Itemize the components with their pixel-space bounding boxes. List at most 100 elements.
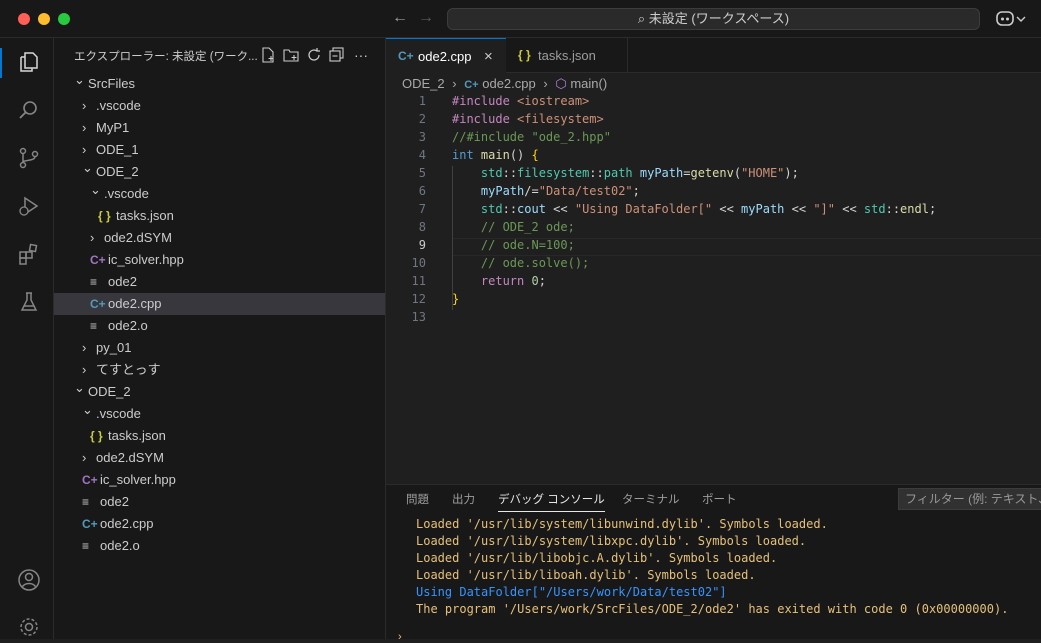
debug-console-filter-input[interactable]: フィルター (例: テキスト、!除外)	[898, 488, 1041, 510]
editor-tabs: C+ ode2.cpp × { } tasks.json	[386, 38, 1041, 73]
tree-item-label: tasks.json	[108, 428, 166, 443]
tree-item[interactable]: C+ ode2.cpp	[54, 513, 385, 535]
chevron-right-icon[interactable]: ›	[90, 227, 94, 249]
tree-item[interactable]: › てすとっす	[54, 359, 385, 381]
input-prompt-icon[interactable]: ›	[398, 631, 402, 643]
code-token: /=	[524, 184, 539, 198]
tree-item[interactable]: ⌄ ODE_2	[54, 160, 385, 183]
tree-item-label: ODE_1	[96, 142, 139, 157]
tree-item-label: SrcFiles	[88, 76, 135, 91]
code-token: {	[531, 148, 539, 162]
chevron-down-icon[interactable]: ⌄	[82, 399, 93, 421]
explorer-icon[interactable]	[17, 50, 41, 74]
tree-item[interactable]: › py_01	[54, 337, 385, 359]
tree-item[interactable]: ⌄ SrcFiles	[54, 72, 385, 95]
tree-item[interactable]: C+ ode2.cpp	[54, 293, 385, 315]
tree-item[interactable]: › ode2.dSYM	[54, 447, 385, 469]
chevron-down-icon[interactable]: ⌄	[74, 69, 85, 91]
tree-item[interactable]: ⌄ ODE_2	[54, 380, 385, 403]
forward-arrow-icon[interactable]: →	[418, 9, 434, 27]
tree-item[interactable]: › .vscode	[54, 95, 385, 117]
chevron-down-icon[interactable]: ⌄	[74, 377, 85, 399]
panel-tab[interactable]: ポート	[702, 491, 737, 507]
tree-item[interactable]: ≡ ode2	[54, 271, 385, 293]
copilot-icon[interactable]	[995, 9, 1029, 32]
tree-item-label: ode2.dSYM	[96, 450, 164, 465]
code-token: // ODE_2 ode;	[480, 220, 575, 234]
close-window-button[interactable]	[18, 13, 30, 25]
tab-ode2-cpp[interactable]: C+ ode2.cpp ×	[386, 38, 506, 73]
command-center-search[interactable]: ⌕ 未設定 (ワークスペース)	[447, 8, 980, 30]
run-debug-icon[interactable]	[17, 194, 41, 218]
code-token: std	[863, 202, 886, 216]
code-line: //#include "ode_2.hpp"	[452, 130, 611, 144]
source-control-icon[interactable]	[17, 146, 41, 170]
bottom-panel: 問題 出力 デバッグ コンソール ターミナル ポート フィルター (例: テキスト、!除…	[386, 484, 1041, 643]
panel-tab[interactable]: ターミナル	[622, 491, 680, 507]
code-token: ;	[538, 274, 546, 288]
tab-close-icon[interactable]: ×	[484, 39, 493, 74]
panel-tab[interactable]: 問題	[406, 491, 429, 507]
tree-item-label: ode2.cpp	[100, 516, 154, 531]
chevron-right-icon[interactable]: ›	[82, 337, 86, 359]
code-editor[interactable]: 1 #include <iostream> 2 #include <filesyste…	[386, 94, 1041, 484]
more-actions-icon[interactable]: ···	[354, 47, 368, 63]
tree-item[interactable]: › ODE_1	[54, 139, 385, 161]
code-line: // ode.solve();	[452, 256, 589, 270]
active-indicator	[0, 48, 2, 78]
tree-item[interactable]: ⌄ .vscode	[54, 402, 385, 425]
tree-item[interactable]: { } tasks.json	[54, 205, 385, 227]
search-icon[interactable]	[17, 98, 41, 122]
tree-item[interactable]: ≡ ode2.o	[54, 315, 385, 337]
tab-tasks-json[interactable]: { } tasks.json	[506, 38, 628, 73]
collapse-all-icon[interactable]	[329, 47, 345, 66]
code-token: "Using DataFolder["	[574, 202, 713, 216]
new-folder-icon[interactable]	[283, 47, 299, 66]
account-icon[interactable]	[17, 568, 41, 592]
refresh-icon[interactable]	[306, 47, 322, 66]
breadcrumb: ODE_2 › C+ ode2.cpp › ⬡ main()	[402, 76, 607, 92]
maximize-window-button[interactable]	[58, 13, 70, 25]
breadcrumb-folder[interactable]: ODE_2	[402, 76, 445, 91]
line-number: 9	[418, 238, 426, 252]
console-line: Loaded '/usr/lib/system/libxpc.dylib'. S…	[416, 534, 807, 548]
code-token: ;	[632, 184, 640, 198]
new-file-icon[interactable]	[260, 47, 276, 66]
testing-icon[interactable]	[17, 290, 41, 314]
chevron-down-icon[interactable]: ⌄	[82, 157, 93, 179]
tree-item[interactable]: › ode2.dSYM	[54, 227, 385, 249]
tree-item[interactable]: ⌄ .vscode	[54, 182, 385, 205]
code-token: "]"	[813, 202, 835, 216]
breadcrumb-symbol[interactable]: main()	[570, 76, 607, 91]
chevron-right-icon[interactable]: ›	[82, 117, 86, 139]
chevron-right-icon[interactable]: ›	[82, 95, 86, 117]
code-line: myPath/="Data/test02";	[452, 184, 640, 198]
code-token: myPath	[480, 184, 525, 198]
code-line: int main() {	[452, 148, 539, 162]
tree-item-label: MyP1	[96, 120, 130, 135]
tree-item[interactable]: ≡ ode2	[54, 491, 385, 513]
settings-gear-icon[interactable]	[17, 615, 41, 639]
tree-item[interactable]: C+ ic_solver.hpp	[54, 249, 385, 271]
panel-tab[interactable]: 出力	[452, 491, 475, 507]
line-number: 8	[418, 220, 426, 234]
code-token: getenv	[690, 166, 734, 180]
chevron-down-icon[interactable]: ⌄	[90, 179, 101, 201]
back-arrow-icon[interactable]: ←	[392, 9, 408, 27]
breadcrumb-file[interactable]: ode2.cpp	[482, 76, 536, 91]
tree-item[interactable]: C+ ic_solver.hpp	[54, 469, 385, 491]
tree-item[interactable]: { } tasks.json	[54, 425, 385, 447]
panel-tab[interactable]: デバッグ コンソール	[498, 491, 605, 512]
minimize-window-button[interactable]	[38, 13, 50, 25]
console-line: Using DataFolder["/Users/work/Data/test0…	[416, 585, 727, 599]
tree-item[interactable]: › MyP1	[54, 117, 385, 139]
chevron-right-icon[interactable]: ›	[82, 447, 86, 469]
cpp-icon: C+	[90, 297, 106, 311]
code-line: std::cout << "Using DataFolder[" << myPa…	[452, 202, 936, 216]
code-token: return	[480, 274, 532, 288]
extensions-icon[interactable]	[17, 242, 41, 266]
tree-item[interactable]: ≡ ode2.o	[54, 535, 385, 557]
